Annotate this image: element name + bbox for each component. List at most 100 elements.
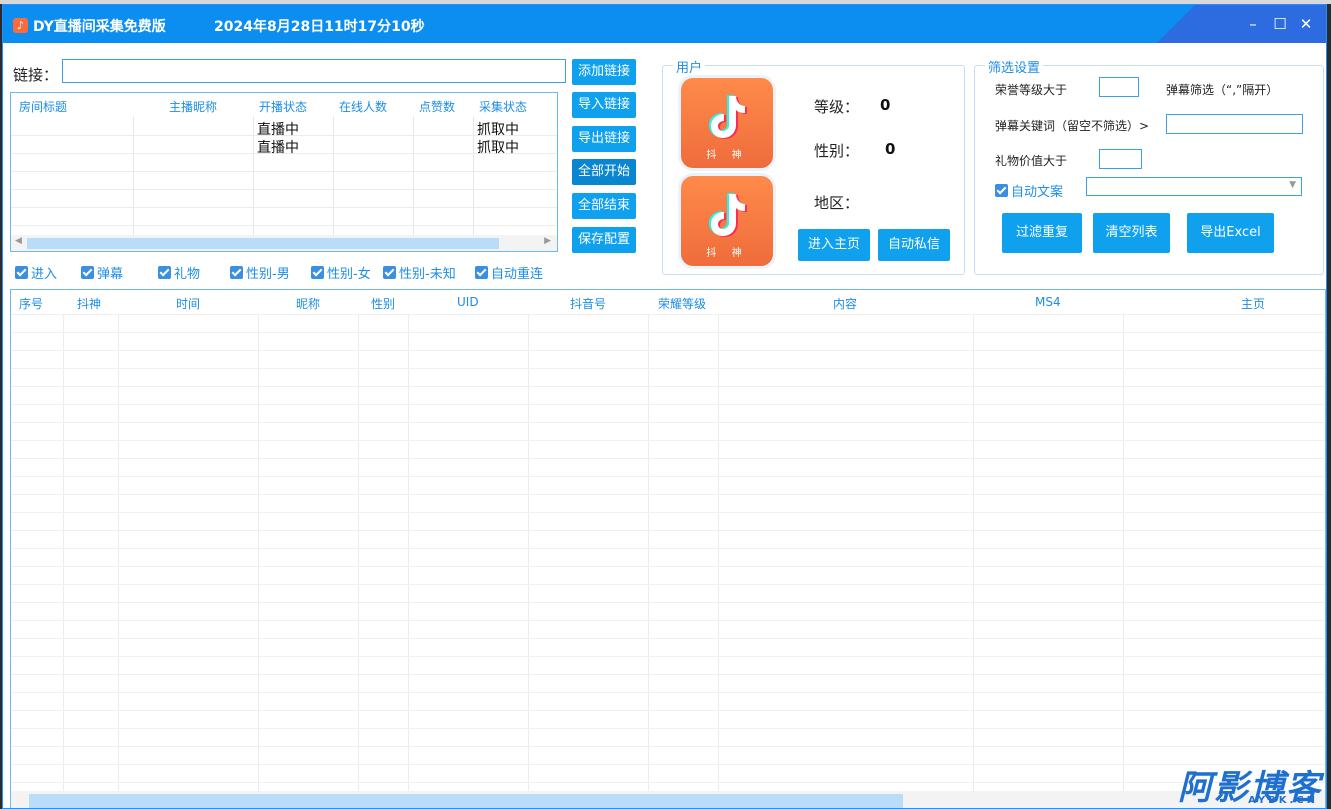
watermark-logo: 阿影博客 AYBK.CN bbox=[1132, 760, 1322, 808]
tiktok-logo-icon bbox=[709, 193, 747, 237]
scroll-left-icon[interactable]: ◀ bbox=[15, 236, 22, 246]
grid-line bbox=[11, 764, 1325, 765]
user-avatar[interactable]: 抖 神 bbox=[681, 176, 773, 266]
export-link-button[interactable]: 导出链接 bbox=[572, 126, 636, 152]
gift-value-input[interactable] bbox=[1099, 149, 1142, 169]
room-col-title[interactable]: 房间标题 bbox=[19, 98, 67, 115]
checkbox-checked-icon bbox=[158, 266, 171, 279]
checkbox-gender-female[interactable]: 性别-女 bbox=[311, 263, 371, 282]
room-col-collect-status[interactable]: 采集状态 bbox=[479, 98, 527, 115]
room-col-likes[interactable]: 点赞数 bbox=[419, 98, 455, 115]
clear-list-button[interactable]: 清空列表 bbox=[1093, 213, 1170, 253]
filter-group: 筛选设置 荣誉等级大于 弹幕筛选（“,”隔开） 弹幕关键词（留空不筛选）> 礼物… bbox=[974, 57, 1324, 275]
import-link-button[interactable]: 导入链接 bbox=[572, 92, 636, 118]
grid-line bbox=[11, 710, 1325, 711]
checkbox-checked-icon bbox=[81, 266, 94, 279]
tiktok-logo-icon bbox=[709, 95, 747, 139]
grid-line bbox=[11, 692, 1325, 693]
room-table-scrollbar[interactable]: ◀ ▶ bbox=[11, 235, 557, 251]
main-col-homepage[interactable]: 主页 bbox=[1241, 295, 1265, 312]
main-col-index[interactable]: 序号 bbox=[19, 295, 43, 312]
grid-line bbox=[11, 350, 1325, 351]
link-input[interactable] bbox=[62, 59, 566, 83]
grid-line bbox=[11, 512, 1325, 513]
link-label: 链接： bbox=[13, 66, 59, 84]
auto-text-checkbox[interactable]: 自动文案 bbox=[995, 181, 1063, 200]
honor-level-label: 荣誉等级大于 bbox=[995, 83, 1068, 97]
main-col-content[interactable]: 内容 bbox=[833, 295, 857, 312]
export-excel-button[interactable]: 导出Excel bbox=[1187, 213, 1274, 253]
chevron-down-icon: ▼ bbox=[1289, 180, 1296, 190]
room-table: 房间标题 主播昵称 开播状态 在线人数 点赞数 采集状态 直播中 抓取中 直播中… bbox=[10, 92, 558, 252]
grid-line bbox=[11, 207, 557, 208]
clock-text: 2024年8月28日11时17分10秒 bbox=[214, 19, 425, 35]
close-icon[interactable]: ✕ bbox=[1297, 15, 1315, 33]
level-label: 等级： bbox=[814, 98, 860, 116]
main-col-uid[interactable]: UID bbox=[457, 295, 479, 309]
table-cell-live-status[interactable]: 直播中 bbox=[257, 119, 299, 139]
danmu-filter-label: 弹幕筛选（“,”隔开） bbox=[1166, 83, 1279, 97]
scroll-thumb[interactable] bbox=[27, 238, 499, 249]
stop-all-button[interactable]: 全部结束 bbox=[572, 193, 636, 219]
table-cell-collect-status[interactable]: 抓取中 bbox=[477, 119, 519, 139]
auto-text-label: 自动文案 bbox=[1011, 185, 1064, 200]
main-col-ms4[interactable]: MS4 bbox=[1035, 295, 1061, 309]
enter-home-button[interactable]: 进入主页 bbox=[798, 229, 870, 261]
scroll-thumb[interactable] bbox=[29, 794, 903, 808]
auto-message-button[interactable]: 自动私信 bbox=[878, 229, 950, 261]
checkbox-gender-unknown[interactable]: 性别-未知 bbox=[383, 263, 456, 282]
user-avatar[interactable]: 抖 神 bbox=[681, 78, 773, 168]
checkbox-enter[interactable]: 进入 bbox=[15, 263, 57, 282]
add-link-button[interactable]: 添加链接 bbox=[572, 59, 636, 85]
keyword-label: 弹幕关键词（留空不筛选）> bbox=[995, 119, 1150, 133]
watermark-subtext: AYBK.CN bbox=[1248, 795, 1318, 806]
auto-text-select[interactable]: ▼ bbox=[1086, 177, 1302, 196]
minimize-icon[interactable]: – bbox=[1244, 15, 1262, 33]
main-col-doushen[interactable]: 抖神 bbox=[77, 295, 101, 312]
honor-level-input[interactable] bbox=[1099, 77, 1139, 97]
grid-line bbox=[11, 548, 1325, 549]
room-col-anchor[interactable]: 主播昵称 bbox=[169, 98, 217, 115]
grid-line bbox=[11, 404, 1325, 405]
dedupe-button[interactable]: 过滤重复 bbox=[1002, 213, 1082, 253]
main-col-nickname[interactable]: 昵称 bbox=[296, 295, 320, 312]
checkbox-label: 进入 bbox=[31, 267, 58, 282]
table-cell-collect-status[interactable]: 抓取中 bbox=[477, 137, 519, 157]
checkbox-gift[interactable]: 礼物 bbox=[158, 263, 200, 282]
main-table-scrollbar[interactable] bbox=[11, 791, 1325, 808]
table-cell-live-status[interactable]: 直播中 bbox=[257, 137, 299, 157]
level-value: 0 bbox=[880, 96, 891, 114]
grid-line bbox=[11, 368, 1325, 369]
checkbox-label: 自动重连 bbox=[491, 267, 544, 282]
checkbox-label: 性别-未知 bbox=[399, 267, 456, 282]
start-all-button[interactable]: 全部开始 bbox=[572, 159, 636, 185]
grid-line bbox=[11, 584, 1325, 585]
main-data-table: 序号 抖神 时间 昵称 性别 UID 抖音号 荣耀等级 内容 MS4 主页 bbox=[10, 289, 1326, 808]
grid-line bbox=[11, 332, 1325, 333]
user-group: 用户 抖 神 抖 神 等级： 0 性别： 0 地区： 进入主页 自动私信 bbox=[662, 57, 965, 275]
checkbox-label: 性别-女 bbox=[327, 267, 371, 282]
main-col-honor-level[interactable]: 荣耀等级 bbox=[658, 295, 706, 312]
keyword-input[interactable] bbox=[1166, 114, 1303, 134]
grid-line bbox=[11, 566, 1325, 567]
room-col-live-status[interactable]: 开播状态 bbox=[259, 98, 307, 115]
main-col-douyin-id[interactable]: 抖音号 bbox=[570, 295, 606, 312]
grid-line bbox=[11, 189, 557, 190]
grid-line bbox=[11, 314, 1325, 315]
checkbox-checked-icon bbox=[230, 266, 243, 279]
checkbox-label: 弹幕 bbox=[97, 267, 124, 282]
room-col-online[interactable]: 在线人数 bbox=[339, 98, 387, 115]
main-col-gender[interactable]: 性别 bbox=[371, 295, 395, 312]
checkbox-gender-male[interactable]: 性别-男 bbox=[230, 263, 290, 282]
maximize-icon[interactable]: ☐ bbox=[1271, 15, 1289, 33]
save-config-button[interactable]: 保存配置 bbox=[572, 227, 636, 253]
scroll-right-icon[interactable]: ▶ bbox=[544, 236, 551, 246]
checkbox-danmu[interactable]: 弹幕 bbox=[81, 263, 123, 282]
checkbox-auto-reconnect[interactable]: 自动重连 bbox=[475, 263, 543, 282]
main-col-time[interactable]: 时间 bbox=[176, 295, 200, 312]
avatar-label: 抖 神 bbox=[706, 150, 748, 161]
checkbox-checked-icon bbox=[475, 266, 488, 279]
grid-line bbox=[11, 638, 1325, 639]
filter-group-title: 筛选设置 bbox=[985, 57, 1044, 76]
checkbox-checked-icon bbox=[311, 266, 324, 279]
